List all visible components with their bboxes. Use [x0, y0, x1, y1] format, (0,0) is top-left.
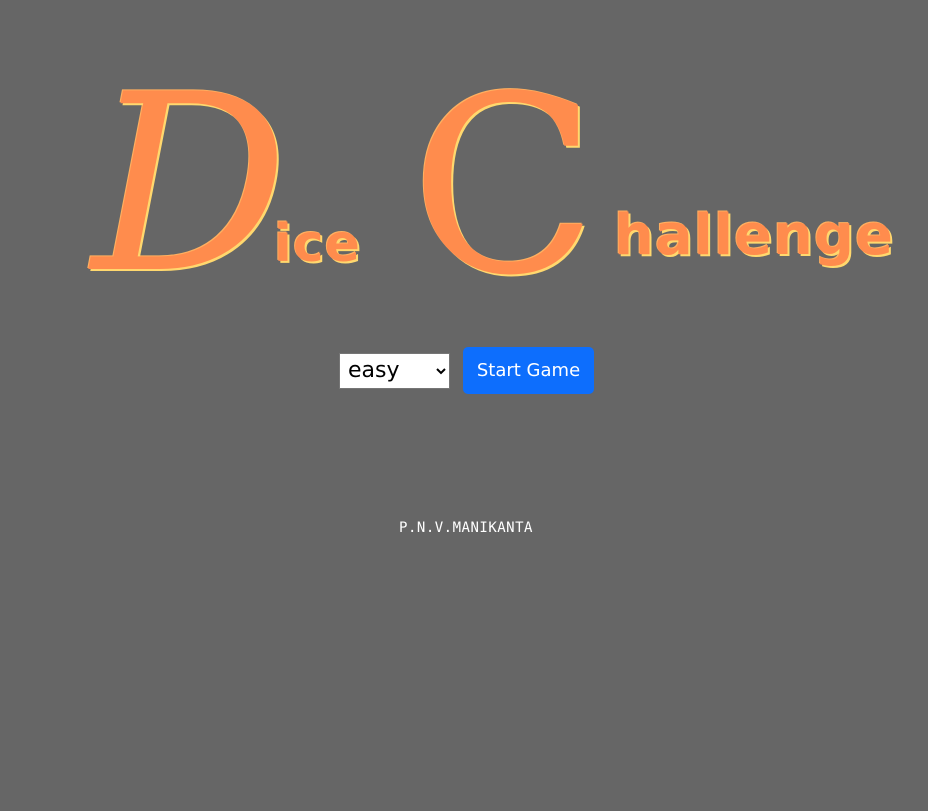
title-word-ice: ice: [274, 214, 361, 274]
title-word-hallenge: hallenge: [614, 203, 894, 268]
difficulty-select[interactable]: easy: [339, 352, 450, 389]
game-controls: easy Start Game: [339, 347, 594, 394]
start-game-button[interactable]: Start Game: [463, 347, 594, 394]
title-letter-d: D: [92, 42, 289, 327]
game-title: D ice C hallenge: [0, 0, 928, 309]
author-credit: P.N.V.MANIKANTA: [399, 520, 533, 536]
title-letter-c: C: [410, 44, 598, 329]
page: D ice C hallenge easy Start Game P.N.V.M…: [0, 0, 928, 811]
